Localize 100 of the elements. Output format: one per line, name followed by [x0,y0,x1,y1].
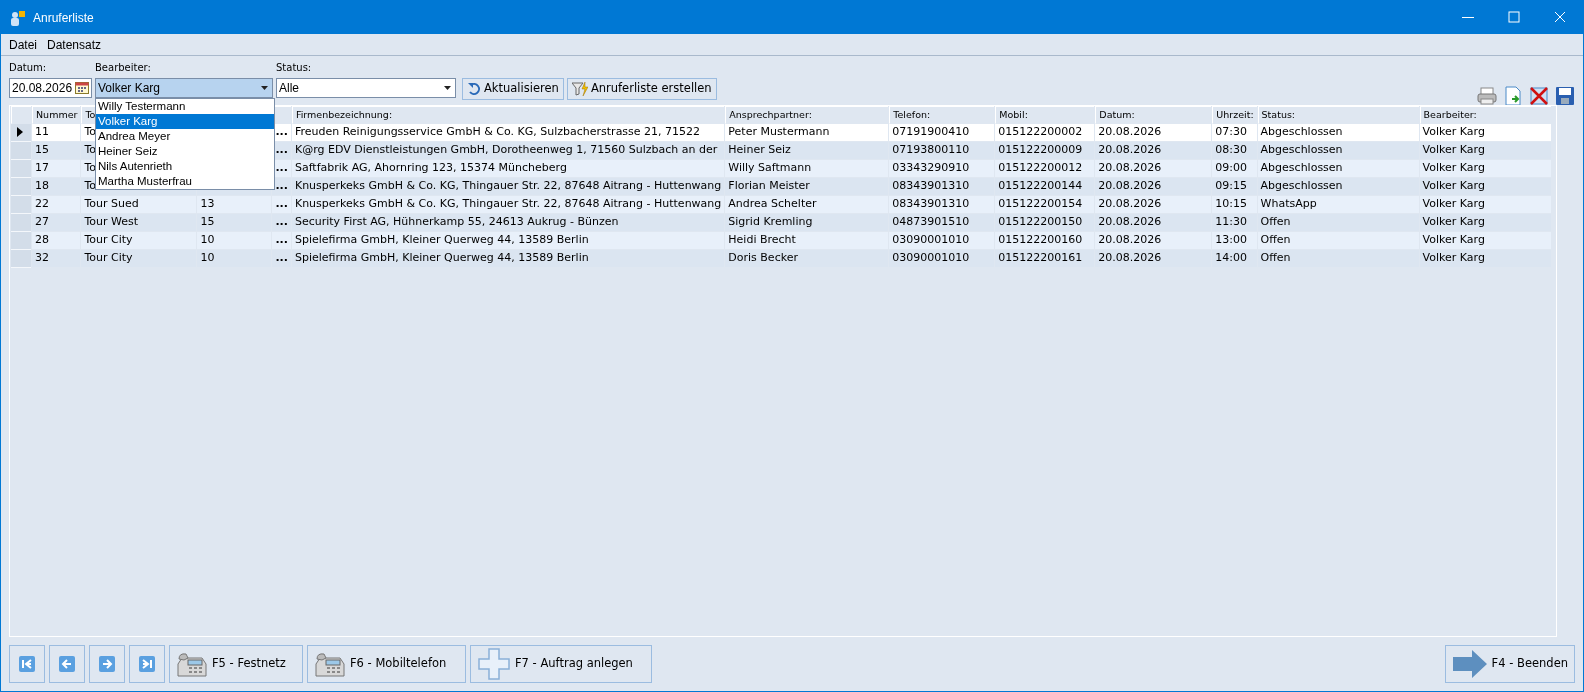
table-cell: 11:30 [1215,215,1247,229]
table-cell: Volker Karg [1422,125,1485,139]
table-cell: 22 [35,197,49,211]
table-cell: 20.08.2026 [1098,179,1162,193]
table-cell: 27 [35,215,49,229]
table-cell: 015122200002 [998,125,1083,139]
printer-icon[interactable] [1477,86,1497,106]
caret-icon[interactable] [443,86,451,90]
dropdown-option[interactable]: Nils Autenrieth [96,159,274,174]
table-cell: 13:00 [1215,233,1247,247]
document-icon[interactable] [1503,86,1523,106]
column-header: Ansprechpartner: [729,108,812,120]
table-cell: Freuden Reinigungsservice GmbH & Co. KG, Sulzbacherstrasse 21, 71522 [294,125,701,139]
table-cell: 07:30 [1215,125,1247,139]
table-cell: 08343901310 [892,197,970,211]
table-cell: Heiner Seiz [728,143,791,157]
table-cell: To [84,143,96,157]
column-header: Status: [1261,108,1296,120]
date-field[interactable]: 20.08.2026 [9,78,92,98]
table-cell: 09:15 [1215,179,1247,193]
plus-icon [477,647,511,681]
table-cell: To [84,161,96,175]
dropdown-field[interactable]: Alle [276,78,456,98]
table-cell: Tour West [84,215,138,229]
table-cell: 015122200150 [998,215,1083,229]
next-record-button[interactable] [89,645,125,683]
right-arrow-icon [1451,649,1488,679]
landline-button[interactable]: F5 - Festnetz [169,645,303,683]
table-cell: 015122200012 [998,161,1083,175]
row-header[interactable] [11,124,31,142]
menu-item[interactable]: Datei [9,35,37,54]
column-header: Firmenbezeichnung: [295,108,393,120]
window-title: Anruferliste [33,9,94,27]
table-cell: Volker Karg [1422,197,1485,211]
save-icon[interactable] [1555,86,1575,106]
table-cell: 015122200161 [998,251,1083,265]
table-cell: Willy Saftmann [728,161,812,175]
create-list-button[interactable]: Anruferliste erstellen [566,78,717,100]
table-cell: To [84,179,96,193]
table-cell: 07191900410 [892,125,970,139]
left-arrow-icon [59,656,75,672]
last-record-icon [139,656,155,672]
table-cell: 15 [35,143,49,157]
table-cell: Spielefirma GmbH, Kleiner Querweg 44, 13589 Berlin [294,233,589,247]
table-cell: 14:00 [1215,251,1247,265]
column-header: Uhrzeit: [1216,108,1254,120]
mobile-phone-button[interactable]: F6 - Mobiltelefon [307,645,466,683]
table-cell: 28 [35,233,49,247]
table-cell: Abgeschlossen [1260,143,1343,157]
column-header: Mobil: [999,108,1028,120]
table-cell: Volker Karg [1422,161,1485,175]
dropdown-option[interactable]: Heiner Seiz [96,144,274,159]
app-icon [9,9,25,26]
table-cell: 015122200009 [998,143,1083,157]
last-record-button[interactable] [129,645,165,683]
table-cell: 015122200160 [998,233,1083,247]
table-cell: Tour City [84,251,133,265]
table-cell: Andrea Schelter [728,197,817,211]
menu-item[interactable]: Datensatz [47,35,102,54]
table-cell: 17 [35,161,49,175]
table-cell: 10 [200,233,215,247]
table-cell: Security First AG, Hühnerkamp 55, 24613 Aukrug - Bünzen [294,215,619,229]
table-cell: 20.08.2026 [1098,197,1162,211]
table-cell: K@rg EDV Dienstleistungen GmbH, Dorotheenweg 1, 71560 Sulzbach an der [294,143,718,157]
new-order-button[interactable]: F7 - Auftrag anlegen [470,645,652,683]
table-cell: Offen [1260,215,1291,229]
table-cell: Heidi Brecht [728,233,796,247]
table-cell: Florian Meister [728,179,810,193]
table-cell: 10:15 [1215,197,1247,211]
calendar-icon[interactable] [75,82,89,94]
table-cell: Tour Sued [84,197,139,211]
exit-button[interactable]: F4 - Beenden [1444,645,1575,683]
dropdown-field[interactable]: Volker Karg [95,78,273,98]
table-cell: 03090001010 [892,233,970,247]
table-cell: Offen [1260,251,1291,265]
table-cell: 11 [35,125,49,139]
column-header: Nummer [36,108,78,120]
telephone-icon [314,650,346,678]
delete-icon[interactable] [1529,86,1549,106]
table-cell: 015122200154 [998,197,1083,211]
prev-record-button[interactable] [49,645,85,683]
dropdown-option[interactable]: Willy Testermann [96,99,274,114]
dropdown-option[interactable]: Volker Karg [96,114,274,129]
table-cell: Volker Karg [1422,143,1485,157]
column-header: Datum: [1099,108,1135,120]
table-cell: Volker Karg [1422,251,1485,265]
caret-icon[interactable] [260,86,268,90]
table-cell: Knusperkeks GmbH & Co. KG, Thingauer Str. 22, 87648 Aitrang - Huttenwang [294,179,722,193]
table-cell: 13 [200,197,215,211]
table-cell: Spielefirma GmbH, Kleiner Querweg 44, 13589 Berlin [294,251,589,265]
table-cell: 015122200144 [998,179,1083,193]
dropdown-option[interactable]: Andrea Meyer [96,129,274,144]
table-cell: Sigrid Kremling [728,215,813,229]
refresh-button[interactable]: Aktualisieren [462,78,564,100]
table-cell: 20.08.2026 [1098,251,1162,265]
table-cell: 07193800110 [892,143,970,157]
dropdown-option[interactable]: Martha Musterfrau [96,174,274,189]
table-cell: 04873901510 [892,215,970,229]
field-label: Datum: [9,61,48,75]
first-record-button[interactable] [9,645,45,683]
